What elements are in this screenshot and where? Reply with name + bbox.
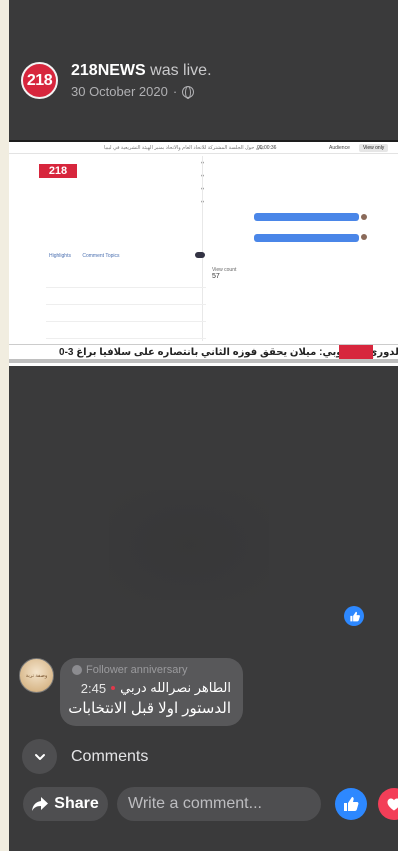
share-button[interactable]: Share	[23, 787, 108, 821]
comment-input[interactable]	[117, 787, 321, 821]
video-view-button: View only	[359, 143, 389, 152]
video-list-row: ●	[54, 173, 204, 179]
comments-toggle[interactable]: Comments	[22, 739, 148, 774]
post-header: 218 218NEWS was live. 30 October 2020 ·	[21, 62, 212, 99]
video-side-list: ● ● ● ●	[54, 160, 204, 212]
meta-separator: ·	[172, 84, 178, 99]
video-topbar: بيان حول الجلسة المشتركة للاتحاد العام و…	[9, 142, 398, 154]
follower-badge-label: Follower anniversary	[86, 664, 188, 676]
video-tabs: Highlights Comment Topics	[49, 253, 130, 259]
globe-icon	[182, 85, 195, 99]
chevron-down-icon[interactable]	[22, 739, 57, 774]
love-button[interactable]	[378, 788, 398, 820]
new-comment-dot	[111, 686, 116, 690]
video-row	[46, 274, 206, 288]
video-topbar-title: بيان حول الجلسة المشتركة للاتحاد العام و…	[104, 144, 264, 151]
comment-author-row: 2:45 الطاهر نصرالله دربي	[72, 680, 231, 696]
video-chat-avatar	[361, 214, 367, 220]
comment-bubble[interactable]: Follower anniversary 2:45 الطاهر نصرالله…	[60, 658, 243, 726]
commenter-avatar[interactable]: وصفة تربة	[19, 658, 54, 693]
video-row	[46, 325, 206, 339]
badge-icon	[72, 665, 82, 675]
live-status: was live.	[150, 62, 212, 79]
floating-like-icon	[344, 606, 364, 626]
page-name[interactable]: 218NEWS	[71, 62, 146, 79]
post-date[interactable]: 30 October 2020	[71, 84, 168, 99]
share-label: Share	[54, 795, 99, 812]
thumbs-up-icon	[344, 797, 359, 811]
comment-author[interactable]: الطاهر نصرالله دربي	[120, 680, 231, 696]
video-tab-badge	[195, 252, 205, 258]
comment-item: وصفة تربة Follower anniversary 2:45 الطا…	[19, 658, 243, 726]
video-stats: View count 57	[212, 267, 236, 280]
video-topbar-mid: Audience	[329, 144, 350, 151]
page-avatar[interactable]: 218	[21, 62, 58, 99]
video-chat-bubble	[254, 213, 359, 221]
post-meta: 30 October 2020 ·	[71, 84, 212, 99]
bottom-action-bar: Share	[23, 787, 398, 821]
video-chat-avatar	[361, 234, 367, 240]
video-tab: Highlights	[49, 253, 71, 259]
follower-badge: Follower anniversary	[72, 664, 231, 676]
post-header-text: 218NEWS was live. 30 October 2020 ·	[71, 62, 212, 99]
comment-time: 2:45	[80, 680, 107, 696]
post-title: 218NEWS was live.	[71, 62, 212, 80]
news-ticker: الدوري الأوروبي: ميلان يحقق فوزه الثاني …	[9, 344, 398, 363]
video-row	[46, 308, 206, 322]
live-video-screen: 218 218NEWS was live. 30 October 2020 · …	[9, 0, 398, 851]
background-ghost	[109, 490, 269, 600]
commenter-avatar-text: وصفة تربة	[25, 672, 48, 679]
share-icon	[32, 797, 49, 811]
video-rows	[46, 274, 206, 342]
like-button[interactable]	[335, 788, 367, 820]
video-chat-bubble	[254, 234, 359, 242]
video-frame[interactable]: بيان حول الجلسة المشتركة للاتحاد العام و…	[9, 140, 398, 366]
video-row	[46, 291, 206, 305]
comment-text: الدستور اولا قبل الانتخابات	[68, 700, 231, 717]
video-list-row: ●	[54, 186, 204, 192]
video-list-row: ●	[54, 199, 204, 205]
video-tab: Comment Topics	[82, 253, 120, 259]
heart-icon	[387, 798, 398, 811]
video-list-row: ●	[54, 160, 204, 166]
video-topbar-time: 00:00:36	[257, 144, 277, 151]
video-stats-value: 57	[212, 273, 220, 280]
ticker-bar	[9, 359, 398, 363]
comments-label[interactable]: Comments	[71, 748, 148, 766]
